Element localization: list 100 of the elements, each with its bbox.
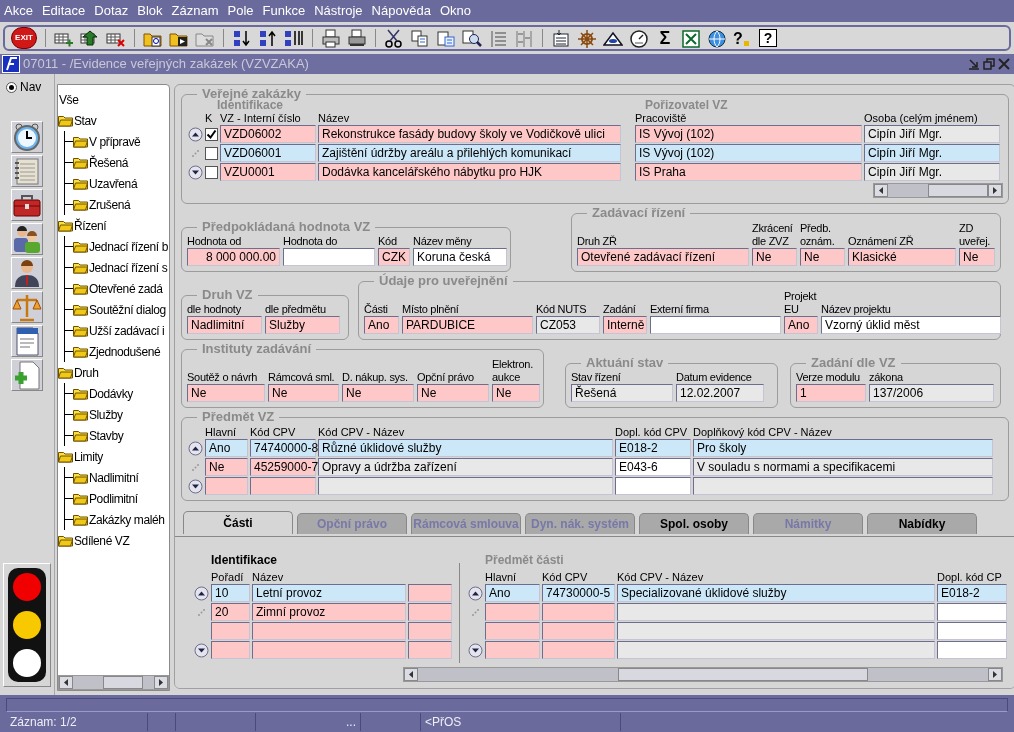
tree-item[interactable]: Vše <box>59 90 79 109</box>
magnifier-icon[interactable] <box>462 28 482 48</box>
text-field[interactable]: 20 <box>211 603 250 621</box>
exit-button[interactable]: EXIT <box>11 27 37 49</box>
text-field[interactable]: Ne <box>800 248 845 266</box>
text-field[interactable] <box>283 248 375 266</box>
tab[interactable]: Spol. osoby <box>639 513 749 534</box>
tree-item[interactable]: Řešená <box>89 153 128 172</box>
text-field[interactable] <box>937 622 1007 640</box>
person-icon[interactable] <box>12 258 42 288</box>
scroll-right-button[interactable] <box>988 668 1002 681</box>
text-field[interactable]: Zimní provoz <box>252 603 406 621</box>
text-field[interactable]: Nadlimitní <box>187 316 262 334</box>
paste-icon[interactable] <box>436 28 456 48</box>
tree-item[interactable]: Druh <box>74 363 99 382</box>
text-field[interactable]: Rekonstrukce fasády budovy školy ve Vodičkově ulici <box>318 125 621 143</box>
text-field[interactable] <box>617 641 935 659</box>
text-field[interactable]: VZD06001 <box>220 144 316 162</box>
menu-item[interactable]: Akce <box>4 1 33 21</box>
scroll-left-button[interactable] <box>404 668 418 681</box>
text-field[interactable]: 74730000-5 <box>542 584 615 602</box>
text-field[interactable]: Ne <box>205 458 248 476</box>
text-field[interactable]: Cipín Jiří Mgr. <box>864 144 1000 162</box>
wheel-icon[interactable] <box>577 28 597 48</box>
radio-button[interactable]: Nav <box>6 78 42 96</box>
text-field[interactable] <box>937 641 1007 659</box>
horizontal-scrollbar[interactable] <box>873 183 1003 198</box>
text-field[interactable]: IS Vývoj (102) <box>635 144 862 162</box>
scroll-thumb[interactable] <box>103 676 143 689</box>
printer-icon[interactable] <box>321 28 341 48</box>
tree-item[interactable]: Řízení <box>74 216 107 235</box>
text-field[interactable] <box>693 477 993 495</box>
tree-item[interactable]: V přípravě <box>89 132 141 151</box>
text-field[interactable] <box>650 316 781 334</box>
tree-item[interactable]: Užší zadávací i <box>89 321 165 340</box>
text-field[interactable] <box>205 477 248 495</box>
gauge-icon[interactable] <box>629 28 649 48</box>
text-field[interactable]: CZ053 <box>536 316 600 334</box>
tab[interactable]: Části <box>183 511 293 534</box>
tree-item[interactable]: Sdílené VZ <box>74 531 130 550</box>
tree-item[interactable]: Podlimitní <box>89 489 138 508</box>
minimize-icon[interactable] <box>968 58 980 70</box>
tree-item[interactable]: Zrušená <box>89 195 131 214</box>
scales-icon[interactable] <box>12 292 42 322</box>
text-field[interactable] <box>485 603 540 621</box>
text-field[interactable]: Řešená <box>571 384 673 402</box>
menu-item[interactable]: Okno <box>439 1 471 21</box>
clock-icon[interactable] <box>12 122 42 152</box>
text-field[interactable]: E043-6 <box>615 458 691 476</box>
text-field[interactable]: CZK <box>378 248 410 266</box>
text-field[interactable]: Ne <box>492 384 540 402</box>
text-field[interactable] <box>542 641 615 659</box>
text-field[interactable] <box>211 622 250 640</box>
tab[interactable]: Nabídky <box>867 513 977 534</box>
text-field[interactable]: V souladu s normami a specifikacemi <box>693 458 993 476</box>
sort-down-icon[interactable] <box>232 28 252 48</box>
text-field[interactable] <box>485 622 540 640</box>
text-field[interactable]: Ne <box>752 248 797 266</box>
text-field[interactable]: 10 <box>211 584 250 602</box>
text-field[interactable]: Pro školy <box>693 439 993 457</box>
text-field[interactable]: Ne <box>187 384 265 402</box>
text-field[interactable]: Ano <box>205 439 248 457</box>
text-field[interactable]: IS Praha <box>635 163 862 181</box>
text-field[interactable]: Služby <box>265 316 340 334</box>
text-field[interactable] <box>542 622 615 640</box>
text-field[interactable] <box>250 477 316 495</box>
text-field[interactable]: IS Vývoj (102) <box>635 125 862 143</box>
text-field[interactable] <box>937 603 1007 621</box>
tree-item[interactable]: Stavby <box>89 426 124 445</box>
menu-item[interactable]: Editace <box>41 1 86 21</box>
scroll-thumb[interactable] <box>928 184 988 197</box>
text-field[interactable]: 8 000 000.00 <box>187 248 280 266</box>
menu-item[interactable]: Dotaz <box>94 1 129 21</box>
text-field[interactable]: Cipín Jiří Mgr. <box>864 163 1000 181</box>
text-field[interactable] <box>408 622 452 640</box>
scroll-up-button[interactable] <box>187 126 203 142</box>
text-field[interactable] <box>408 584 452 602</box>
close-icon[interactable] <box>998 58 1010 70</box>
scroll-left-button[interactable] <box>59 676 73 689</box>
text-field[interactable]: Vzorný úklid měst <box>821 316 1001 334</box>
scroll-right-button[interactable] <box>154 676 168 689</box>
text-field[interactable] <box>252 641 406 659</box>
menu-item[interactable]: Nástroje <box>314 1 363 21</box>
tree-item[interactable]: Zakázky maléh <box>89 510 165 529</box>
text-field[interactable]: E018-2 <box>937 584 1007 602</box>
scroll-up-button[interactable] <box>187 440 203 456</box>
text-field[interactable]: Ano <box>784 316 818 334</box>
tree-item[interactable]: Otevřené zadá <box>89 279 163 298</box>
menu-item[interactable]: Pole <box>227 1 254 21</box>
horizontal-scrollbar[interactable] <box>58 675 169 690</box>
tree-item[interactable]: Zjednodušené <box>89 342 161 361</box>
text-field[interactable]: Opravy a údržba zařízení <box>318 458 613 476</box>
text-field[interactable] <box>211 641 250 659</box>
menu-item[interactable]: Blok <box>137 1 163 21</box>
text-field[interactable]: Zajištění údržby areálu a přilehlých komunikací <box>318 144 621 162</box>
sum-button[interactable]: Σ <box>655 28 675 48</box>
tree-item[interactable]: Uzavřená <box>89 174 138 193</box>
scroll-down-button[interactable] <box>467 642 483 658</box>
text-field[interactable]: PARDUBICE <box>402 316 533 334</box>
text-field[interactable] <box>485 641 540 659</box>
